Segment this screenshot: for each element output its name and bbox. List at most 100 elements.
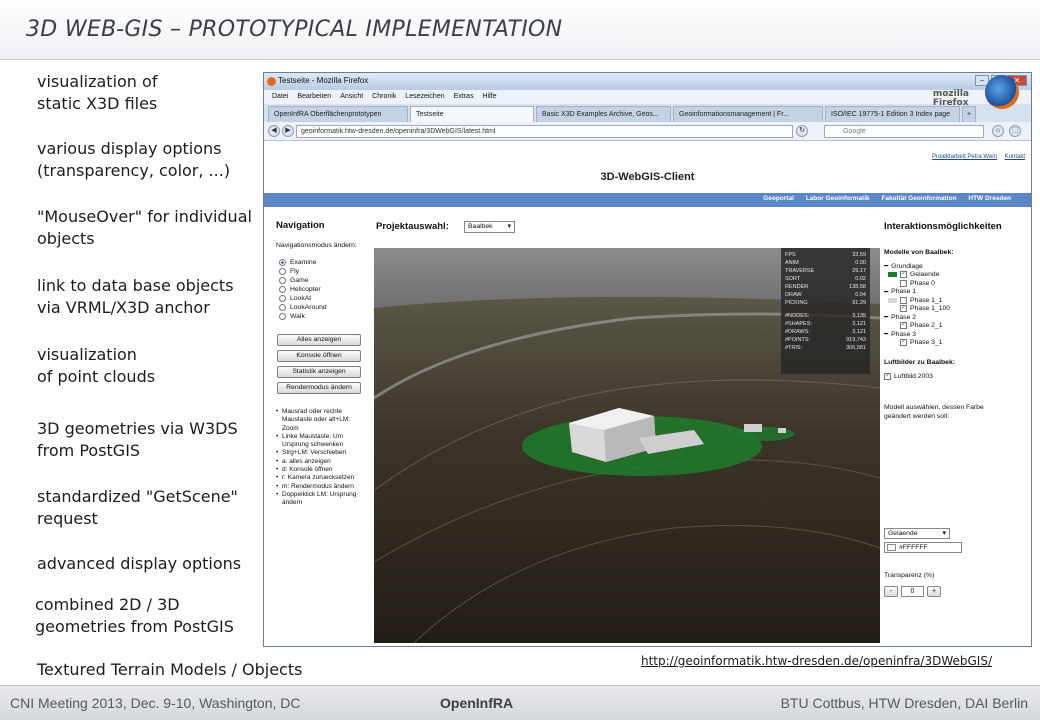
slide-footer: CNI Meeting 2013, Dec. 9-10, Washington,… — [0, 685, 1040, 720]
aerial-item[interactable]: ✓ Luftbild 2003 — [884, 372, 1030, 381]
stat-row: ANIM 0.00 — [785, 260, 866, 266]
tree-item[interactable]: ✓ Gelaende — [884, 271, 1030, 280]
bullet-item: various display options (transparency, c… — [37, 139, 231, 180]
menu-item-hilfe[interactable]: Hilfe — [482, 90, 496, 104]
menu-item-chronik[interactable]: Chronik — [372, 90, 396, 104]
transparency-value[interactable]: 0 — [901, 586, 924, 597]
checkbox-phase-3-1[interactable]: ✓ — [900, 339, 907, 347]
stats-overlay: FPS 33.59 ANIM 0.00 TRAVERSE 29.17 SORT 0.02… — [781, 248, 870, 374]
stat-row: #SHAPES: 3,121 — [785, 321, 866, 327]
forward-icon[interactable]: ▶ — [282, 125, 294, 137]
tree-item[interactable]: ✓ Phase 2_1 — [884, 322, 1030, 331]
list-item: d: Konsole öffnen — [276, 466, 368, 475]
source-url-link[interactable]: http://geoinformatik.htw-dresden.de/open… — [641, 654, 992, 668]
stat-row: PICKING 91.29 — [785, 300, 866, 306]
menu-bar: Datei Bearbeiten Ansicht Chronik Lesezei… — [264, 90, 1031, 104]
top-links: Projektarbeit Petra Wein Kontakt — [926, 154, 1025, 160]
color-prompt: Modell auswählen, dessen Farbe geändert … — [884, 403, 984, 420]
radio-examine[interactable] — [279, 259, 286, 266]
tab-openinfra[interactable]: OpenInfRA Oberflächenprototypen — [268, 106, 408, 122]
help-list: Mausrad oder rechte Maustaste oder alt+L… — [276, 408, 368, 508]
menu-item-ansicht[interactable]: Ansicht — [340, 90, 363, 104]
increase-button[interactable]: + — [927, 586, 941, 597]
stat-row: #NODES: 3,135 — [785, 313, 866, 319]
list-item: Doppelklick LM: Ursprung ändern — [276, 491, 368, 508]
tree-item[interactable]: Phase 0 — [884, 279, 1030, 288]
tab-x3d-examples[interactable]: Basic X3D Examples Archive, Geos... — [536, 106, 671, 122]
list-item: a: alles anzeigen — [276, 458, 368, 467]
stat-row: #DRAWS: 3,121 — [785, 329, 866, 335]
link-projektarbeit[interactable]: Projektarbeit Petra Wein — [932, 154, 997, 160]
nav-link-geoportal[interactable]: Geoportal — [763, 195, 794, 202]
back-icon[interactable]: ◀ — [268, 125, 280, 137]
tree-group[interactable]: ━ Phase 2 — [884, 313, 1030, 322]
address-bar[interactable]: geoinformatik.htw-dresden.de/openinfra/3… — [296, 125, 793, 138]
project-select[interactable]: Baalbek — [464, 221, 515, 233]
menu-item-extras[interactable]: Extras — [454, 90, 474, 104]
list-item: Mausrad oder rechte Maustaste oder alt+L… — [276, 408, 368, 433]
link-kontakt[interactable]: Kontakt — [1005, 154, 1025, 160]
nav-link-labor[interactable]: Labor Geoinformatik — [806, 195, 870, 202]
render-mode-button[interactable]: Rendermodus ändern — [277, 382, 361, 394]
bullet-item: Textured Terrain Models / Objects — [37, 660, 303, 679]
radio-lookaround[interactable] — [279, 304, 286, 311]
project-label: Projektauswahl: — [376, 221, 449, 232]
nav-link-htw[interactable]: HTW Dresden — [968, 195, 1011, 202]
firefox-wordmark: mozilla Firefox — [932, 89, 969, 108]
web-page: Projektarbeit Petra Wein Kontakt 3D-WebG… — [264, 141, 1031, 646]
x3d-scene-viewport[interactable]: FPS 33.59 ANIM 0.00 TRAVERSE 29.17 SORT 0.02… — [374, 248, 880, 643]
checkbox-luftbild[interactable]: ✓ — [884, 372, 891, 380]
radio-walk[interactable] — [279, 313, 286, 320]
radio-fly[interactable] — [279, 268, 286, 275]
browser-window: Testseite - Mozilla Firefox – □ ✕ Datei … — [263, 72, 1032, 647]
tab-geoinformationsmanagement[interactable]: Geoinformationsmanagement | Fr... — [673, 106, 823, 122]
window-title: Testseite - Mozilla Firefox — [278, 76, 369, 85]
radio-lookat[interactable] — [279, 295, 286, 302]
tree-group[interactable]: ━ Phase 3 — [884, 330, 1030, 339]
firefox-logo-icon — [985, 75, 1019, 109]
checkbox-phase-0[interactable] — [900, 279, 907, 287]
nav-link-fakultaet[interactable]: Fakultät Geoinformation — [881, 195, 956, 202]
color-input[interactable]: #FFFFFF — [884, 542, 962, 553]
tree-group[interactable]: ━ Phase 1 — [884, 288, 1030, 297]
model-select[interactable]: Gelaende — [884, 528, 950, 539]
addon-icon[interactable]: ⬚ — [1009, 125, 1021, 137]
navigation-toolbar: ◀ ▶ geoinformatik.htw-dresden.de/openinf… — [264, 122, 1031, 141]
checkbox-phase-1-100[interactable]: ✓ — [900, 305, 907, 313]
reload-icon[interactable]: ↻ — [796, 125, 808, 137]
tab-testseite[interactable]: Testseite — [410, 106, 534, 122]
home-icon[interactable]: ⌂ — [992, 125, 1004, 137]
tree-item[interactable]: ✓ Phase 1_100 — [884, 305, 1030, 314]
radio-game[interactable] — [279, 277, 286, 284]
tree-item[interactable]: Phase 1_1 — [884, 296, 1030, 305]
slide-header: 3D WEB-GIS – PROTOTYPICAL IMPLEMENTATION — [0, 0, 1040, 60]
show-stats-button[interactable]: Statistik anzeigen — [277, 366, 361, 378]
nav-mode-radio-group: Examine Fly Game Helicopter LookAt LookA… — [279, 258, 327, 321]
menu-item-datei[interactable]: Datei — [272, 90, 288, 104]
checkbox-gelaende[interactable]: ✓ — [900, 271, 907, 279]
search-input[interactable]: Google — [824, 125, 984, 138]
transparency-label: Transparenz (%) — [884, 572, 935, 579]
tab-iso-index[interactable]: ISO/IEC 19775-1 Edition 3 Index page — [825, 106, 960, 122]
tree-group[interactable]: ━ Grundlage — [884, 262, 1030, 271]
radio-label: Fly — [290, 268, 300, 275]
tree-item[interactable]: ✓ Phase 3_1 — [884, 339, 1030, 348]
slide-title: 3D WEB-GIS – PROTOTYPICAL IMPLEMENTATION — [26, 17, 563, 42]
interaction-panel: Interaktionsmöglichkeiten Modelle von Ba… — [884, 221, 1030, 421]
checkbox-phase-2-1[interactable]: ✓ — [900, 322, 907, 330]
navigation-heading: Navigation — [276, 220, 325, 231]
radio-label: Game — [290, 277, 309, 284]
show-all-button[interactable]: Alles anzeigen — [277, 334, 361, 346]
decrease-button[interactable]: - — [884, 586, 898, 597]
new-tab-button[interactable]: + — [962, 106, 976, 122]
transparency-stepper: - 0 + — [884, 586, 941, 597]
list-item: r: Kamera zuruecksetzen — [276, 474, 368, 483]
firefox-icon — [267, 77, 276, 86]
menu-item-bearbeiten[interactable]: Bearbeiten — [297, 90, 331, 104]
radio-helicopter[interactable] — [279, 286, 286, 293]
list-item: m: Rendermodus ändern — [276, 483, 368, 492]
bullet-item: combined 2D / 3D geometries from PostGIS — [35, 595, 234, 636]
open-console-button[interactable]: Konsole öffnen — [277, 350, 361, 362]
menu-item-lesezeichen[interactable]: Lesezeichen — [405, 90, 444, 104]
checkbox-phase-1-1[interactable] — [900, 296, 907, 304]
